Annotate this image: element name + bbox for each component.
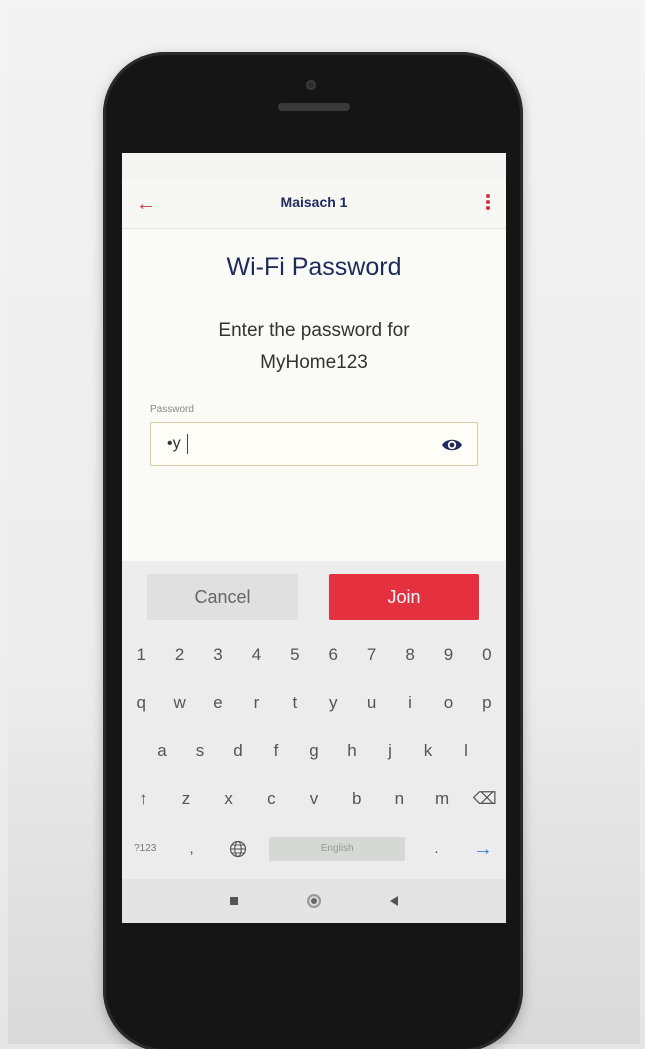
key[interactable]: v bbox=[293, 775, 336, 823]
key[interactable]: s bbox=[181, 727, 219, 775]
kebab-menu-icon[interactable] bbox=[484, 192, 492, 216]
join-button[interactable]: Join bbox=[329, 574, 479, 620]
key[interactable]: c bbox=[250, 775, 293, 823]
key[interactable]: r bbox=[237, 679, 275, 727]
key[interactable]: 1 bbox=[122, 631, 160, 679]
password-value: •y bbox=[167, 435, 181, 452]
key[interactable]: b bbox=[335, 775, 378, 823]
shift-key[interactable]: ↑ bbox=[122, 775, 165, 823]
password-label: Password bbox=[150, 404, 194, 415]
key[interactable]: k bbox=[409, 727, 447, 775]
password-prompt: Enter the password for MyHome123 bbox=[122, 315, 506, 379]
soft-keyboard: 1 2 3 4 5 6 7 8 9 0 q w e r t y u i o p … bbox=[122, 631, 506, 879]
back-nav-button[interactable] bbox=[354, 879, 434, 923]
key[interactable]: 2 bbox=[160, 631, 198, 679]
key[interactable]: 5 bbox=[276, 631, 314, 679]
keyboard-row-numbers: 1 2 3 4 5 6 7 8 9 0 bbox=[122, 631, 506, 679]
key[interactable]: n bbox=[378, 775, 421, 823]
keyboard-row-bottom: ↑ z x c v b n m ⌫ bbox=[122, 775, 506, 823]
password-field[interactable]: •y bbox=[150, 422, 478, 466]
front-camera bbox=[306, 80, 316, 90]
backspace-key[interactable]: ⌫ bbox=[463, 775, 506, 823]
key[interactable]: d bbox=[219, 727, 257, 775]
key[interactable]: h bbox=[333, 727, 371, 775]
key[interactable]: z bbox=[165, 775, 208, 823]
app-bar: ← Maisach 1 bbox=[122, 179, 506, 229]
system-nav-bar bbox=[122, 879, 506, 923]
app-title: Maisach 1 bbox=[280, 194, 348, 210]
key[interactable]: 6 bbox=[314, 631, 352, 679]
key[interactable]: u bbox=[352, 679, 390, 727]
key[interactable]: m bbox=[421, 775, 464, 823]
key[interactable]: e bbox=[199, 679, 237, 727]
key[interactable]: x bbox=[207, 775, 250, 823]
key[interactable]: o bbox=[429, 679, 467, 727]
keyboard-row-top: q w e r t y u i o p bbox=[122, 679, 506, 727]
key[interactable]: 9 bbox=[429, 631, 467, 679]
triangle-back-icon bbox=[390, 896, 398, 906]
key[interactable]: 8 bbox=[391, 631, 429, 679]
key[interactable]: t bbox=[276, 679, 314, 727]
recents-button[interactable] bbox=[194, 879, 274, 923]
key[interactable]: f bbox=[257, 727, 295, 775]
key[interactable]: a bbox=[143, 727, 181, 775]
earpiece-speaker bbox=[278, 103, 350, 111]
square-icon bbox=[230, 897, 238, 905]
network-name: MyHome123 bbox=[260, 352, 368, 373]
key[interactable]: g bbox=[295, 727, 333, 775]
cancel-button[interactable]: Cancel bbox=[147, 574, 298, 620]
circle-icon bbox=[307, 894, 321, 908]
keyboard-row-home: a s d f g h j k l bbox=[122, 727, 506, 775]
key[interactable]: l bbox=[447, 727, 485, 775]
page-title: Wi-Fi Password bbox=[226, 253, 402, 281]
enter-key[interactable]: → bbox=[460, 825, 506, 873]
key[interactable]: j bbox=[371, 727, 409, 775]
home-button[interactable] bbox=[274, 879, 354, 923]
key[interactable]: q bbox=[122, 679, 160, 727]
key[interactable]: 7 bbox=[352, 631, 390, 679]
text-caret bbox=[187, 434, 188, 454]
key[interactable]: y bbox=[314, 679, 352, 727]
key[interactable]: p bbox=[468, 679, 506, 727]
eye-icon[interactable] bbox=[441, 435, 463, 455]
key[interactable]: 0 bbox=[468, 631, 506, 679]
action-row: Cancel Join bbox=[122, 561, 506, 631]
globe-icon[interactable] bbox=[215, 825, 261, 873]
status-bar bbox=[122, 153, 506, 179]
comma-key[interactable]: , bbox=[168, 825, 214, 873]
keyboard-row-function: ?123 , English . → bbox=[122, 825, 506, 873]
prompt-line-1: Enter the password for bbox=[218, 320, 410, 341]
space-bar[interactable]: English bbox=[269, 837, 406, 861]
symbols-key[interactable]: ?123 bbox=[122, 825, 168, 873]
key[interactable]: 4 bbox=[237, 631, 275, 679]
phone-screen: ← Maisach 1 Wi-Fi Password Enter the pas… bbox=[122, 153, 506, 923]
key[interactable]: 3 bbox=[199, 631, 237, 679]
key[interactable]: i bbox=[391, 679, 429, 727]
key[interactable]: w bbox=[160, 679, 198, 727]
period-key[interactable]: . bbox=[413, 825, 459, 873]
